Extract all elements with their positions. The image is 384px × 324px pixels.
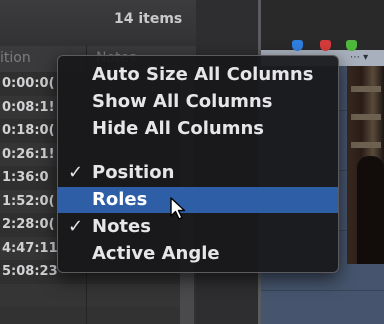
list-toolbar: 14 items bbox=[0, 0, 196, 42]
column-context-menu: Auto Size All Columns Show All Columns H… bbox=[57, 55, 339, 273]
checkmark-icon: ✓ bbox=[68, 162, 84, 183]
menu-item-position[interactable]: ✓ Position bbox=[58, 160, 338, 186]
menu-item-label: Roles bbox=[92, 189, 148, 210]
menu-item-label: Active Angle bbox=[92, 243, 220, 264]
menu-item-roles[interactable]: Roles bbox=[58, 187, 338, 213]
menu-item-hide-all-columns[interactable]: Hide All Columns bbox=[58, 116, 338, 142]
menu-item-auto-size-all-columns[interactable]: Auto Size All Columns bbox=[58, 62, 338, 88]
menu-item-show-all-columns[interactable]: Show All Columns bbox=[58, 89, 338, 115]
video-thumbnail[interactable] bbox=[347, 66, 384, 264]
thumbnail-detail bbox=[351, 86, 381, 92]
menu-item-active-angle[interactable]: Active Angle bbox=[58, 241, 338, 267]
marker-icon[interactable] bbox=[346, 40, 357, 51]
menu-item-label: Auto Size All Columns bbox=[92, 64, 314, 85]
menu-item-label: Position bbox=[92, 162, 175, 183]
thumbnail-detail bbox=[351, 114, 381, 120]
menu-item-label: Show All Columns bbox=[92, 91, 273, 112]
column-header-position[interactable]: ition bbox=[0, 50, 31, 66]
checkmark-icon: ✓ bbox=[68, 216, 84, 237]
thumbnail-detail bbox=[351, 142, 381, 148]
ruler-tick-icon: ⋯ ▾ bbox=[350, 52, 369, 63]
menu-item-notes[interactable]: ✓ Notes bbox=[58, 214, 338, 240]
menu-item-label: Notes bbox=[92, 216, 151, 237]
thumbnail-figure bbox=[357, 156, 384, 264]
marker-icon[interactable] bbox=[320, 40, 331, 51]
arrow-cursor-icon bbox=[170, 197, 186, 220]
marker-icon[interactable] bbox=[292, 40, 303, 51]
table-row[interactable] bbox=[0, 283, 180, 307]
timeline-lane bbox=[261, 290, 384, 291]
menu-item-label: Hide All Columns bbox=[92, 118, 264, 139]
item-count: 14 items bbox=[114, 11, 183, 27]
